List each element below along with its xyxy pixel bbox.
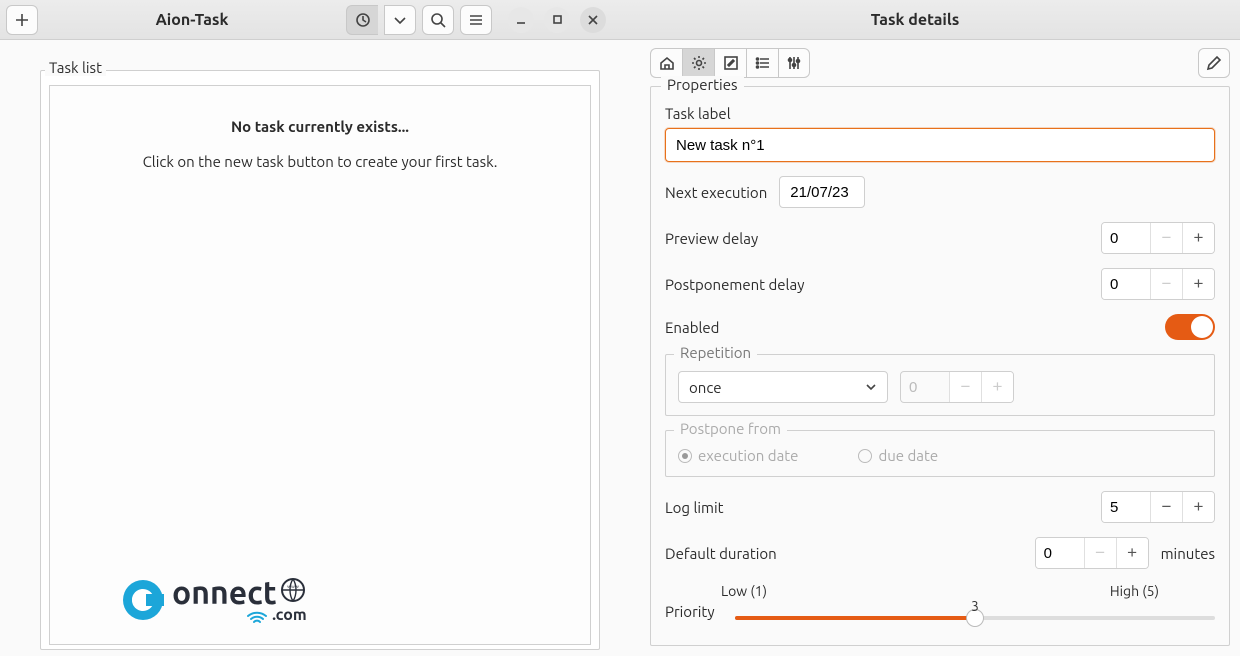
postpone-from-execution-label: execution date [698, 447, 798, 464]
tab-sliders[interactable] [778, 48, 810, 78]
default-duration-spin[interactable]: − + [1035, 537, 1149, 569]
preview-delay-caption: Preview delay [665, 230, 1089, 247]
preview-delay-inc[interactable]: + [1182, 223, 1214, 253]
repetition-count-dec: − [949, 372, 981, 402]
postpone-from-group: Postpone from execution date due date [665, 430, 1215, 477]
recent-dropdown-button[interactable] [384, 5, 416, 35]
plus-icon [14, 12, 30, 28]
priority-caption: Priority [665, 603, 735, 620]
new-task-button[interactable] [6, 5, 38, 35]
postponement-delay-inc[interactable]: + [1182, 269, 1214, 299]
postpone-from-due-radio: due date [858, 447, 938, 464]
default-duration-value[interactable] [1036, 538, 1084, 568]
radio-icon [678, 449, 692, 463]
task-list-empty-title: No task currently exists... [50, 118, 590, 135]
recent-button[interactable] [346, 5, 378, 35]
repetition-count-inc: + [981, 372, 1013, 402]
details-toolbar [650, 48, 1230, 78]
repetition-group: Repetition once − + [665, 354, 1215, 416]
close-icon [587, 14, 599, 26]
hamburger-icon [468, 12, 484, 28]
tab-properties[interactable] [682, 48, 714, 78]
log-limit-spin[interactable]: − + [1101, 491, 1215, 523]
brand-suffix: .com [272, 608, 307, 622]
postpone-from-legend: Postpone from [674, 420, 787, 437]
next-execution-input[interactable] [779, 176, 865, 208]
search-icon [430, 12, 446, 28]
svg-text:www: www [287, 583, 299, 589]
next-execution-caption: Next execution [665, 184, 767, 201]
menu-button[interactable] [460, 5, 492, 35]
maximize-icon [552, 14, 563, 25]
enabled-caption: Enabled [665, 319, 1153, 336]
wifi-icon [246, 606, 268, 624]
list-icon [755, 55, 771, 71]
default-duration-unit: minutes [1161, 545, 1215, 562]
enabled-toggle[interactable] [1165, 314, 1215, 340]
edit-details-button[interactable] [1198, 48, 1230, 78]
log-limit-caption: Log limit [665, 499, 1089, 516]
maximize-button[interactable] [544, 7, 570, 33]
repetition-count-spin: − + [900, 371, 1014, 403]
tab-list[interactable] [746, 48, 778, 78]
repetition-count-value [901, 372, 949, 402]
priority-value: 3 [971, 598, 979, 614]
sliders-icon [786, 55, 802, 71]
priority-slider[interactable]: 3 [735, 616, 1215, 620]
repetition-legend: Repetition [674, 344, 757, 361]
preview-delay-dec[interactable]: − [1150, 223, 1182, 253]
clock-icon [355, 12, 371, 28]
tab-edit[interactable] [714, 48, 746, 78]
repetition-mode-combo[interactable]: once [678, 371, 888, 403]
preview-delay-spin[interactable]: − + [1101, 222, 1215, 254]
postpone-from-execution-radio: execution date [678, 447, 798, 464]
details-title: Task details [610, 11, 1220, 29]
home-icon [659, 55, 675, 71]
edit-square-icon [723, 55, 739, 71]
task-list-legend: Task list [45, 59, 106, 76]
minimize-button[interactable] [508, 7, 534, 33]
postpone-from-due-label: due date [878, 447, 938, 464]
log-limit-value[interactable] [1102, 492, 1150, 522]
task-list-empty-hint: Click on the new task button to create y… [50, 153, 590, 170]
log-limit-dec[interactable]: − [1150, 492, 1182, 522]
task-label-caption: Task label [665, 105, 1215, 122]
default-duration-dec[interactable]: − [1084, 538, 1116, 568]
radio-icon [858, 449, 872, 463]
gear-icon [691, 55, 707, 71]
tab-home[interactable] [650, 48, 682, 78]
close-button[interactable] [580, 7, 606, 33]
task-list: No task currently exists... Click on the… [49, 85, 591, 645]
properties-panel: Properties Task label Next execution Pre… [650, 86, 1230, 646]
default-duration-caption: Default duration [665, 545, 1023, 562]
postponement-delay-value[interactable] [1102, 269, 1150, 299]
properties-legend: Properties [661, 76, 744, 93]
preview-delay-value[interactable] [1102, 223, 1150, 253]
chevron-down-icon [865, 381, 877, 393]
repetition-mode-value: once [689, 379, 722, 396]
header-bar: Aion-Task Task details [0, 0, 1240, 40]
postponement-delay-dec[interactable]: − [1150, 269, 1182, 299]
pencil-icon [1206, 55, 1222, 71]
task-label-input[interactable] [665, 128, 1215, 162]
priority-high-label: High (5) [1110, 583, 1159, 599]
globe-icon: www [279, 576, 307, 604]
brand-c-icon [120, 577, 166, 623]
brand-text: onnect [172, 579, 277, 608]
log-limit-inc[interactable]: + [1182, 492, 1214, 522]
default-duration-inc[interactable]: + [1116, 538, 1148, 568]
search-button[interactable] [422, 5, 454, 35]
app-title: Aion-Task [42, 11, 342, 29]
minimize-icon [515, 14, 527, 26]
brand-watermark: onnect www .com [120, 576, 307, 624]
postponement-delay-spin[interactable]: − + [1101, 268, 1215, 300]
postponement-delay-caption: Postponement delay [665, 276, 1089, 293]
priority-low-label: Low (1) [721, 583, 767, 599]
task-list-frame: Task list No task currently exists... Cl… [40, 70, 600, 650]
chevron-down-icon [392, 12, 408, 28]
